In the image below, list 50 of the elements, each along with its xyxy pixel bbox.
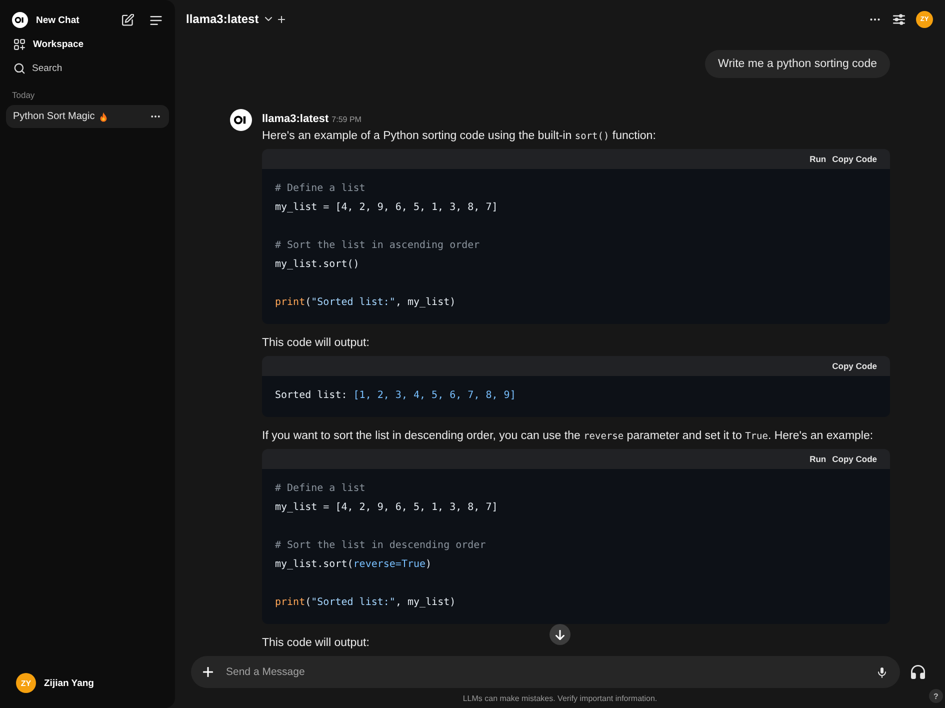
logo-icon <box>230 109 252 131</box>
code-line: my_list.sort(reverse=True) <box>275 558 432 572</box>
menu-icon[interactable] <box>150 16 162 24</box>
code-line: my_list.sort() <box>275 258 360 272</box>
arrow-down-icon <box>556 630 564 640</box>
code-action-button[interactable]: Copy Code <box>832 154 877 164</box>
message-paragraph: This code will output: <box>262 336 370 351</box>
code-line: my_list = [4, 2, 9, 6, 5, 1, 3, 8, 7] <box>275 201 498 215</box>
search-button[interactable]: Search <box>6 56 70 80</box>
headphones-icon[interactable] <box>911 665 925 679</box>
message-paragraph: Here's an example of a Python sorting code using the built-in sort() function: <box>262 129 656 144</box>
help-button[interactable]: ? <box>929 689 943 703</box>
code-line: my_list = [4, 2, 9, 6, 5, 1, 3, 8, 7] <box>275 501 498 515</box>
code-line: print("Sorted list:", my_list) <box>275 296 456 310</box>
code-action-button[interactable]: Copy Code <box>832 361 877 371</box>
code-line: # Sort the list in descending order <box>275 539 486 553</box>
message-paragraph: If you want to sort the list in descending order, you can use the reverse parameter and set it to True. Here's an example: <box>262 429 874 444</box>
message-time: 7:59 PM <box>332 114 362 126</box>
code-action-button[interactable]: Copy Code <box>832 454 877 464</box>
plus-icon[interactable] <box>278 16 285 22</box>
ellipsis-icon[interactable] <box>870 18 880 20</box>
message-paragraph: This code will output: <box>262 636 370 651</box>
grid-icon <box>14 38 25 50</box>
scroll-down-button[interactable] <box>550 624 570 645</box>
sliders-icon[interactable] <box>893 14 905 24</box>
flame-icon <box>100 112 107 122</box>
new-chat-button[interactable]: New Chat <box>12 12 80 28</box>
microphone-icon[interactable] <box>878 666 886 678</box>
code-line: # Sort the list in ascending order <box>275 239 480 253</box>
search-icon <box>14 62 25 74</box>
user-message: Write me a python sorting code <box>705 50 890 78</box>
code-line: Sorted list: [1, 2, 3, 4, 5, 6, 7, 8, 9] <box>275 389 516 403</box>
model-selector[interactable]: llama3:latest <box>186 12 272 26</box>
user-name: Zijian Yang <box>44 678 94 688</box>
message-composer[interactable]: Send a Message <box>191 656 900 688</box>
pencil-square-icon[interactable] <box>122 14 134 26</box>
ellipsis-icon[interactable] <box>151 115 160 118</box>
code-action-button[interactable]: Run <box>810 154 826 164</box>
message-input[interactable]: Send a Message <box>226 663 865 681</box>
code-line: # Define a list <box>275 482 366 496</box>
model-name: llama3:latest <box>262 112 329 127</box>
code-line: print("Sorted list:", my_list) <box>275 596 456 610</box>
workspace-link[interactable]: Workspace <box>6 32 92 56</box>
code-line: # Define a list <box>275 182 366 196</box>
section-label: Today <box>11 89 36 102</box>
disclaimer-text: LLMs can make mistakes. Verify important information. <box>462 694 658 703</box>
logo-icon <box>12 12 28 28</box>
chat-item[interactable]: Python Sort Magic <box>6 105 169 128</box>
chevron-down-icon <box>264 17 272 21</box>
code-action-button[interactable]: Run <box>810 454 826 464</box>
